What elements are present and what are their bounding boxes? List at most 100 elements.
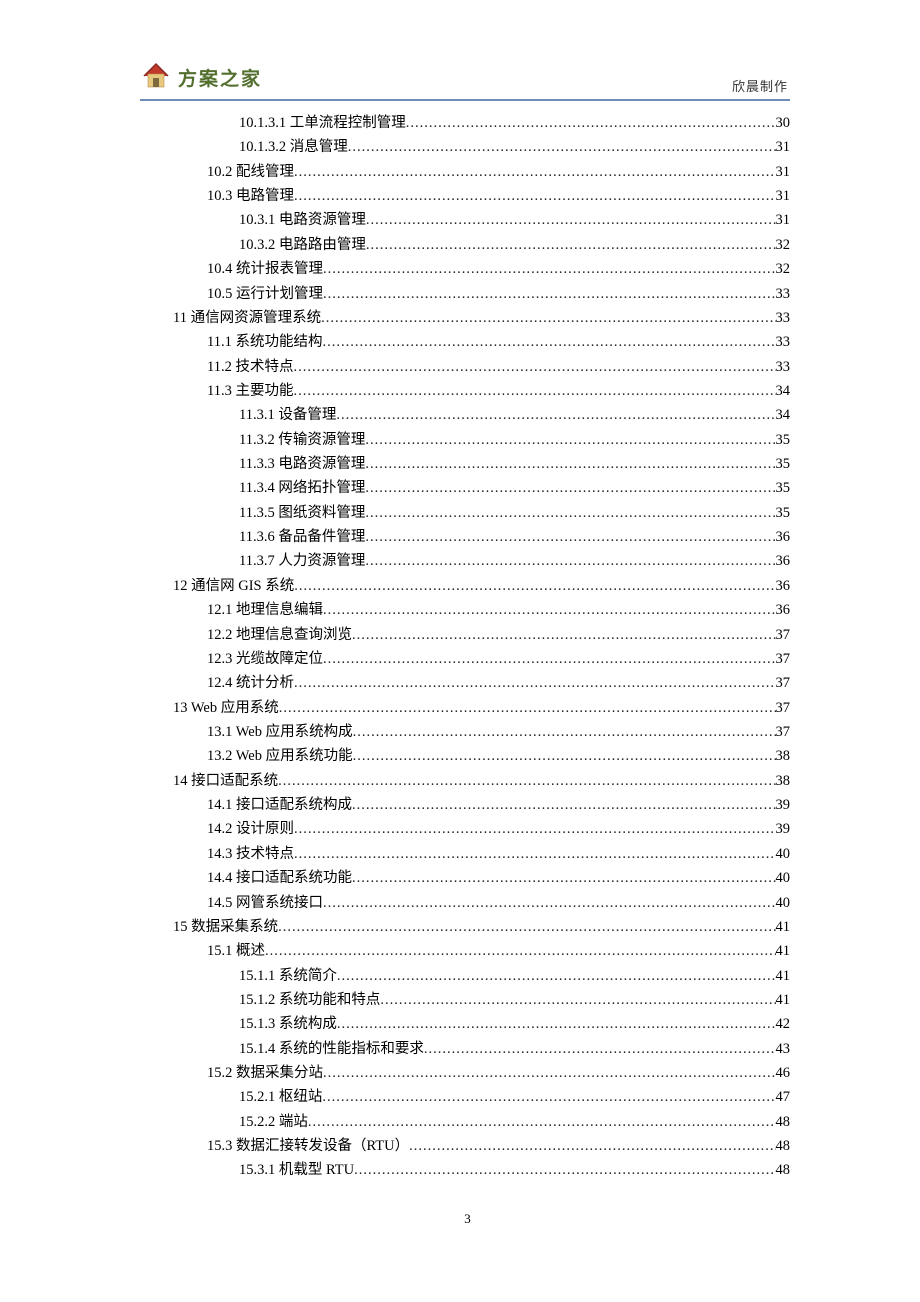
toc-title: 11.3 主要功能: [207, 379, 293, 403]
toc-entry: 10.2 配线管理31: [145, 160, 790, 184]
toc-leader: [293, 355, 775, 379]
toc-entry: 10.3 电路管理31: [145, 184, 790, 208]
toc-leader: [337, 1012, 776, 1036]
toc-leader: [365, 549, 775, 573]
toc-page: 39: [776, 817, 791, 841]
toc-entry: 15.1.1 系统简介41: [145, 964, 790, 988]
toc-entry: 11.3.3 电路资源管理35: [145, 452, 790, 476]
toc-title: 13 Web 应用系统: [173, 696, 279, 720]
toc-leader: [323, 598, 776, 622]
toc-leader: [366, 233, 776, 257]
toc-title: 14.5 网管系统接口: [207, 891, 323, 915]
toc-leader: [365, 428, 775, 452]
toc-page: 30: [776, 111, 791, 135]
toc-leader: [336, 403, 775, 427]
toc-entry: 14.5 网管系统接口 40: [145, 891, 790, 915]
toc-page: 37: [776, 696, 791, 720]
toc-title: 14.3 技术特点: [207, 842, 294, 866]
toc-leader: [322, 1085, 775, 1109]
toc-entry: 11 通信网资源管理系统 33: [145, 306, 790, 330]
toc-title: 12.3 光缆故障定位: [207, 647, 323, 671]
toc-leader: [294, 160, 776, 184]
toc-leader: [353, 720, 776, 744]
toc-leader: [293, 379, 775, 403]
house-icon: [140, 60, 172, 95]
toc-entry: 11.1 系统功能结构33: [145, 330, 790, 354]
toc-title: 15.3 数据汇接转发设备（RTU）: [207, 1134, 409, 1158]
toc-page: 40: [776, 891, 791, 915]
toc-leader: [354, 1158, 775, 1182]
toc-leader: [406, 111, 776, 135]
toc-page: 34: [776, 379, 791, 403]
toc-page: 38: [776, 769, 791, 793]
toc-entry: 15.2.2 端站48: [145, 1110, 790, 1134]
toc-entry: 15.2.1 枢纽站 47: [145, 1085, 790, 1109]
toc-page: 40: [776, 842, 791, 866]
toc-page: 36: [776, 598, 791, 622]
toc-page: 31: [776, 184, 791, 208]
toc-page: 38: [776, 744, 791, 768]
toc-page: 47: [776, 1085, 791, 1109]
toc-page: 33: [776, 306, 791, 330]
toc-entry: 14 接口适配系统38: [145, 769, 790, 793]
toc-entry: 15.1 概述41: [145, 939, 790, 963]
toc-leader: [278, 915, 775, 939]
toc-leader: [322, 330, 775, 354]
toc-title: 14.2 设计原则: [207, 817, 294, 841]
toc-entry: 12.3 光缆故障定位 37: [145, 647, 790, 671]
toc-entry: 15.2 数据采集分站46: [145, 1061, 790, 1085]
toc-page: 40: [776, 866, 791, 890]
toc-title: 14.4 接口适配系统功能: [207, 866, 352, 890]
toc-entry: 15.1.4 系统的性能指标和要求43: [145, 1037, 790, 1061]
toc-title: 15 数据采集系统: [173, 915, 278, 939]
toc-entry: 13.2 Web 应用系统功能38: [145, 744, 790, 768]
toc-entry: 11.3.7 人力资源管理36: [145, 549, 790, 573]
toc-leader: [294, 842, 776, 866]
toc-leader: [424, 1037, 776, 1061]
toc-leader: [365, 452, 775, 476]
toc-entry: 11.3.2 传输资源管理35: [145, 428, 790, 452]
toc-page: 31: [776, 160, 791, 184]
toc-entry: 14.3 技术特点 40: [145, 842, 790, 866]
toc-entry: 10.4 统计报表管理32: [145, 257, 790, 281]
toc-entry: 12 通信网 GIS 系统36: [145, 574, 790, 598]
toc-entry: 15.3.1 机载型 RTU48: [145, 1158, 790, 1182]
toc-entry: 14.1 接口适配系统构成39: [145, 793, 790, 817]
toc-entry: 13.1 Web 应用系统构成37: [145, 720, 790, 744]
toc-title: 15.1.2 系统功能和特点: [239, 988, 380, 1012]
toc-entry: 11.3.1 设备管理34: [145, 403, 790, 427]
toc-page: 31: [776, 208, 791, 232]
toc-page: 35: [776, 476, 791, 500]
toc-entry: 12.1 地理信息编辑 36: [145, 598, 790, 622]
toc-title: 15.1 概述: [207, 939, 265, 963]
toc-title: 11 通信网资源管理系统: [173, 306, 321, 330]
toc-title: 11.1 系统功能结构: [207, 330, 322, 354]
toc-leader: [294, 671, 776, 695]
toc-entry: 11.3.6 备品备件管理36: [145, 525, 790, 549]
toc-page: 36: [776, 574, 791, 598]
toc-entry: 10.1.3.1 工单流程控制管理30: [145, 111, 790, 135]
toc-entry: 11.3.4 网络拓扑管理35: [145, 476, 790, 500]
toc-title: 12.1 地理信息编辑: [207, 598, 323, 622]
toc-title: 11.3.7 人力资源管理: [239, 549, 365, 573]
toc-leader: [352, 793, 776, 817]
toc-leader: [278, 769, 775, 793]
toc-entry: 14.4 接口适配系统功能 40: [145, 866, 790, 890]
toc-entry: 15.1.2 系统功能和特点41: [145, 988, 790, 1012]
toc-page: 37: [776, 647, 791, 671]
page-header: 方案之家 欣晨制作: [140, 60, 790, 101]
toc-page: 48: [776, 1158, 791, 1182]
brand-logo: 方案之家: [140, 60, 262, 95]
toc-title: 10.3.1 电路资源管理: [239, 208, 366, 232]
toc-entry: 14.2 设计原则 39: [145, 817, 790, 841]
toc-entry: 10.3.1 电路资源管理 31: [145, 208, 790, 232]
toc-page: 33: [776, 282, 791, 306]
toc-entry: 15.3 数据汇接转发设备（RTU）48: [145, 1134, 790, 1158]
toc-leader: [409, 1134, 775, 1158]
toc-page: 32: [776, 257, 791, 281]
toc-leader: [323, 282, 776, 306]
toc-leader: [380, 988, 775, 1012]
toc-title: 15.2.1 枢纽站: [239, 1085, 322, 1109]
toc-leader: [279, 696, 776, 720]
toc-entry: 10.3.2 电路路由管理32: [145, 233, 790, 257]
